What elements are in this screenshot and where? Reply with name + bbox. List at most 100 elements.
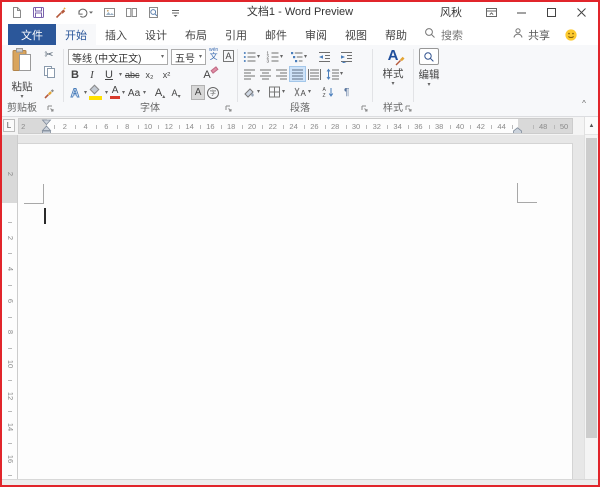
highlighter-pen-icon: [90, 84, 100, 94]
line-spacing-button[interactable]: ▾: [324, 66, 345, 82]
shrink-font-button[interactable]: A▾: [169, 85, 183, 100]
word-window: 文档1 - Word Preview 风秋 文件 开始 插入 设计 布局 引用 …: [0, 0, 600, 487]
bold-button[interactable]: B: [68, 67, 82, 82]
ruler-tick: [408, 125, 409, 129]
tab-insert[interactable]: 插入: [96, 24, 136, 45]
ruler-number: 26: [310, 119, 318, 134]
close-button[interactable]: [566, 0, 596, 24]
bullets-button[interactable]: ▾: [241, 49, 262, 65]
font-color-caret-icon[interactable]: ▾: [122, 90, 125, 96]
tab-file[interactable]: 文件: [8, 24, 56, 45]
tab-view[interactable]: 视图: [336, 24, 376, 45]
asian-layout-button[interactable]: A ▾: [292, 84, 313, 100]
horizontal-ruler[interactable]: 2246810121416182022242628303234363840424…: [18, 118, 573, 134]
text-cursor: [44, 208, 46, 224]
sort-button[interactable]: AZ: [320, 84, 337, 100]
editing-button[interactable]: 编辑 ▾: [416, 48, 442, 88]
superscript-button[interactable]: x²: [160, 67, 174, 82]
maximize-button[interactable]: [536, 0, 566, 24]
show-formatting-marks-button[interactable]: ¶: [342, 84, 351, 100]
tab-layout[interactable]: 布局: [176, 24, 216, 45]
tab-help[interactable]: 帮助: [376, 24, 416, 45]
right-indent-marker-icon[interactable]: [512, 123, 523, 134]
font-name-select[interactable]: 等线 (中文正文) ▾: [68, 49, 168, 65]
user-name[interactable]: 风秋: [440, 4, 462, 20]
vertical-ruler[interactable]: 224681012141618: [2, 135, 18, 480]
ruler-tick: [491, 125, 492, 129]
tab-mailings[interactable]: 邮件: [256, 24, 296, 45]
feedback-smiley-icon[interactable]: [564, 24, 578, 45]
format-painter-button[interactable]: [43, 87, 56, 105]
font-color-button[interactable]: A: [110, 86, 120, 99]
styles-button[interactable]: A 样式 ▾: [376, 48, 410, 87]
share-button[interactable]: 共享: [512, 24, 550, 45]
ruler-number: 50: [560, 119, 568, 134]
scroll-up-button[interactable]: ▲: [585, 117, 598, 135]
clipboard-dialog-launcher-icon[interactable]: [46, 104, 56, 114]
vertical-scrollbar[interactable]: ▲: [584, 117, 598, 480]
ribbon-tab-bar: 文件 开始 插入 设计 布局 引用 邮件 审阅 视图 帮助 搜索 共享: [0, 24, 600, 45]
document-page[interactable]: [18, 143, 573, 480]
change-case-caret-icon[interactable]: ▾: [143, 90, 146, 96]
change-case-button[interactable]: Aa: [127, 85, 141, 100]
document-area[interactable]: 224681012141618: [0, 135, 600, 480]
tab-references[interactable]: 引用: [216, 24, 256, 45]
search-icon: [424, 27, 436, 42]
underline-caret-icon[interactable]: ▾: [119, 72, 122, 78]
underline-button[interactable]: U: [102, 67, 116, 82]
cut-button[interactable]: ✂: [44, 49, 53, 61]
styles-dialog-launcher-icon[interactable]: [404, 104, 414, 114]
borders-button[interactable]: ▾: [266, 84, 287, 100]
clear-formatting-button[interactable]: A: [200, 67, 214, 82]
ruler-number: 8: [125, 119, 129, 134]
tab-review[interactable]: 审阅: [296, 24, 336, 45]
ruler-number: 2: [21, 119, 25, 134]
paragraph-dialog-launcher-icon[interactable]: [360, 104, 370, 114]
phonetic-guide-button[interactable]: wén 文: [209, 48, 218, 61]
ruler-bar: L 22468101214161820222426283032343638404…: [0, 117, 600, 135]
text-effects-button[interactable]: A: [68, 85, 82, 100]
font-size-select[interactable]: 五号 ▾: [171, 49, 206, 65]
minimize-button[interactable]: [506, 0, 536, 24]
svg-text:Z: Z: [323, 93, 326, 98]
text-effects-caret-icon[interactable]: ▾: [84, 90, 87, 96]
ribbon-display-options-icon[interactable]: [476, 0, 506, 24]
copy-button[interactable]: [43, 65, 56, 83]
scrollbar-thumb[interactable]: [586, 138, 597, 438]
crop-mark-topright-icon: [517, 183, 518, 203]
decrease-indent-button[interactable]: [316, 49, 333, 65]
numbering-button[interactable]: 123 ▾: [264, 49, 285, 65]
align-left-button[interactable]: [241, 66, 258, 82]
enclose-characters-button[interactable]: 字: [207, 87, 219, 99]
grow-font-button[interactable]: A▴: [153, 85, 167, 100]
group-divider: [413, 49, 414, 102]
highlight-caret-icon[interactable]: ▾: [105, 90, 108, 96]
numbering-caret-icon: ▾: [280, 54, 283, 60]
increase-indent-button[interactable]: [338, 49, 355, 65]
tab-stop-selector[interactable]: L: [3, 119, 15, 132]
font-color-bar: [110, 96, 120, 99]
indent-markers-icon[interactable]: [41, 119, 52, 134]
align-right-button[interactable]: [273, 66, 290, 82]
paste-button[interactable]: 粘贴 ▾: [6, 48, 38, 101]
ruler-tick: [8, 411, 12, 412]
distributed-button[interactable]: [306, 66, 323, 82]
font-dialog-launcher-icon[interactable]: [224, 104, 234, 114]
tab-design[interactable]: 设计: [136, 24, 176, 45]
collapse-ribbon-icon[interactable]: ^: [577, 97, 591, 109]
font-name-caret-icon: ▾: [158, 54, 164, 60]
ruler-number: 2: [63, 119, 67, 134]
strikethrough-button[interactable]: abc: [125, 67, 140, 82]
clipboard-group-label: 剪贴板: [2, 102, 42, 115]
justify-button[interactable]: [289, 66, 306, 82]
character-shading-button[interactable]: A: [191, 85, 205, 100]
multilevel-list-button[interactable]: ▾: [288, 49, 309, 65]
shading-button[interactable]: ▾: [241, 84, 262, 100]
character-border-button[interactable]: A: [223, 50, 234, 62]
subscript-button[interactable]: x₂: [143, 67, 157, 82]
highlight-button[interactable]: [89, 86, 103, 100]
search-box[interactable]: 搜索: [424, 24, 463, 45]
tab-home[interactable]: 开始: [56, 24, 96, 45]
italic-button[interactable]: I: [85, 67, 99, 82]
align-center-button[interactable]: [257, 66, 274, 82]
